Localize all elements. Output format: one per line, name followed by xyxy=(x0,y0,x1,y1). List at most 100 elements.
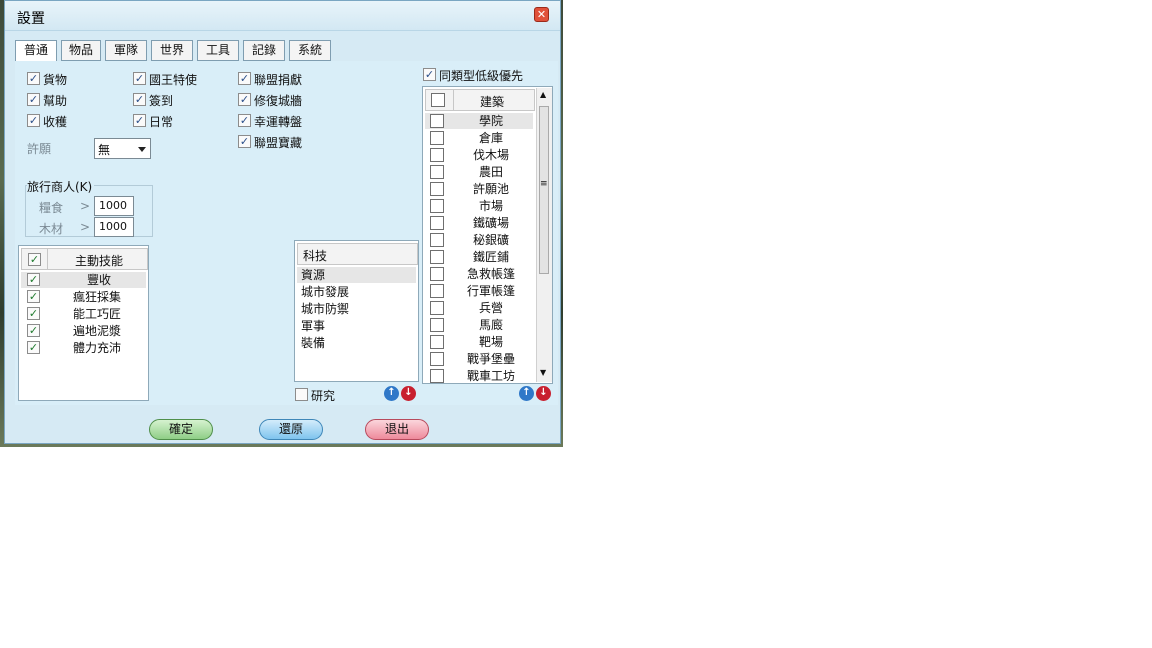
list-item[interactable]: 資源 xyxy=(297,267,416,283)
skill-checkbox[interactable]: ✓ xyxy=(27,307,40,320)
food-gt: > xyxy=(80,199,91,213)
building-checkbox[interactable] xyxy=(430,233,444,247)
list-item[interactable]: ✓ 豐收 xyxy=(21,272,146,288)
tab-items[interactable]: 物品 xyxy=(61,40,101,61)
building-checkbox[interactable] xyxy=(430,182,444,196)
food-input[interactable]: 1000 xyxy=(94,196,134,216)
tech-list-header: 科技 xyxy=(297,243,418,265)
help-checkbox[interactable]: ✓ xyxy=(27,93,40,106)
list-item[interactable]: 市場 xyxy=(425,198,533,214)
wood-gt: > xyxy=(80,220,91,234)
list-item[interactable]: 城市防禦 xyxy=(297,301,416,317)
chevron-down-icon xyxy=(138,147,146,152)
list-item[interactable]: 兵營 xyxy=(425,300,533,316)
building-checkbox[interactable] xyxy=(430,114,444,128)
merchant-title: 旅行商人(K) xyxy=(27,178,95,195)
list-item[interactable]: ✓ 遍地泥漿 xyxy=(21,323,146,339)
building-checkbox[interactable] xyxy=(430,301,444,315)
wood-input[interactable]: 1000 xyxy=(94,217,134,237)
tab-general[interactable]: 普通 xyxy=(15,40,57,62)
lucky-wheel-checkbox[interactable]: ✓ xyxy=(238,114,251,127)
low-level-priority-checkbox[interactable]: ✓ xyxy=(423,68,436,81)
help-label: 幫助 xyxy=(43,94,68,108)
repair-wall-label: 修復城牆 xyxy=(254,94,303,108)
grip-icon: ≡ xyxy=(540,179,548,189)
list-item[interactable]: 軍事 xyxy=(297,318,416,334)
skill-checkbox[interactable]: ✓ xyxy=(27,341,40,354)
building-checkbox[interactable] xyxy=(430,165,444,179)
harvest-checkbox[interactable]: ✓ xyxy=(27,114,40,127)
exit-button[interactable]: 退出 xyxy=(365,419,429,440)
building-checkbox[interactable] xyxy=(430,148,444,162)
alliance-donate-checkbox[interactable]: ✓ xyxy=(238,72,251,85)
close-icon[interactable]: ✕ xyxy=(534,7,549,22)
building-move-up-icon[interactable]: ↑ xyxy=(519,386,534,401)
signin-checkbox[interactable]: ✓ xyxy=(133,93,146,106)
settings-window: 設置 ✕ 普通 物品 軍隊 世界 工具 記錄 系統 ✓ 貨物 ✓ 幫助 ✓ 收穫… xyxy=(4,0,561,444)
tab-army[interactable]: 軍隊 xyxy=(105,40,147,61)
list-item[interactable]: 急救帳篷 xyxy=(425,266,533,282)
wish-select[interactable]: 無 xyxy=(94,138,151,159)
scroll-thumb[interactable]: ≡ xyxy=(539,106,549,274)
list-item[interactable]: 伐木場 xyxy=(425,147,533,163)
building-checkbox[interactable] xyxy=(430,199,444,213)
confirm-button[interactable]: 確定 xyxy=(149,419,213,440)
building-checkbox[interactable] xyxy=(430,369,444,383)
list-item[interactable]: ✓ 瘋狂採集 xyxy=(21,289,146,305)
tech-move-up-icon[interactable]: ↑ xyxy=(384,386,399,401)
scroll-down-icon[interactable]: ▼ xyxy=(540,368,546,377)
tech-move-down-icon[interactable]: ↓ xyxy=(401,386,416,401)
royal-envoy-checkbox[interactable]: ✓ xyxy=(133,72,146,85)
scroll-up-icon[interactable]: ▲ xyxy=(540,90,546,99)
tab-world[interactable]: 世界 xyxy=(151,40,193,61)
research-checkbox[interactable] xyxy=(295,388,308,401)
research-label: 研究 xyxy=(311,389,336,403)
restore-button[interactable]: 還原 xyxy=(259,419,323,440)
list-item[interactable]: ✓ 能工巧匠 xyxy=(21,306,146,322)
list-item[interactable]: 鐵礦場 xyxy=(425,215,533,231)
list-item[interactable]: 行軍帳篷 xyxy=(425,283,533,299)
food-label: 糧食 xyxy=(39,201,64,215)
list-item[interactable]: 戰爭堡壘 xyxy=(425,351,533,367)
list-item[interactable]: 秘銀礦 xyxy=(425,232,533,248)
building-checkbox[interactable] xyxy=(430,267,444,281)
list-item[interactable]: 倉庫 xyxy=(425,130,533,146)
skills-list: ✓ 主動技能 ✓ 豐收 ✓ 瘋狂採集 ✓ 能工巧匠 ✓ 遍地泥漿 ✓ 體力充沛 xyxy=(18,245,149,401)
list-item[interactable]: ✓ 體力充沛 xyxy=(21,340,146,356)
royal-envoy-label: 國王特使 xyxy=(149,73,198,87)
alliance-treasure-checkbox[interactable]: ✓ xyxy=(238,135,251,148)
building-checkbox[interactable] xyxy=(430,352,444,366)
goods-checkbox[interactable]: ✓ xyxy=(27,72,40,85)
list-item[interactable]: 馬廄 xyxy=(425,317,533,333)
tab-tools[interactable]: 工具 xyxy=(197,40,239,61)
list-item[interactable]: 裝備 xyxy=(297,335,416,351)
list-item[interactable]: 農田 xyxy=(425,164,533,180)
building-checkbox[interactable] xyxy=(430,131,444,145)
tab-log[interactable]: 記錄 xyxy=(243,40,285,61)
list-item[interactable]: 靶場 xyxy=(425,334,533,350)
buildings-scrollbar[interactable]: ▲ ≡ ▼ xyxy=(536,88,552,382)
building-checkbox[interactable] xyxy=(430,335,444,349)
skill-checkbox[interactable]: ✓ xyxy=(27,324,40,337)
list-item[interactable]: 許願池 xyxy=(425,181,533,197)
list-item[interactable]: 鐵匠鋪 xyxy=(425,249,533,265)
building-checkbox[interactable] xyxy=(430,284,444,298)
tab-system[interactable]: 系統 xyxy=(289,40,331,61)
building-checkbox[interactable] xyxy=(430,216,444,230)
building-checkbox[interactable] xyxy=(430,250,444,264)
skills-select-all-checkbox[interactable]: ✓ xyxy=(28,253,41,266)
list-item[interactable]: 城市發展 xyxy=(297,284,416,300)
wish-label: 許願 xyxy=(27,142,52,156)
list-item[interactable]: 戰車工坊 xyxy=(425,368,533,383)
building-move-down-icon[interactable]: ↓ xyxy=(536,386,551,401)
low-level-priority-label: 同類型低級優先 xyxy=(439,69,524,83)
list-item[interactable]: 學院 xyxy=(425,113,533,129)
daily-checkbox[interactable]: ✓ xyxy=(133,114,146,127)
skill-checkbox[interactable]: ✓ xyxy=(27,273,40,286)
buildings-list: 建築 學院 倉庫 伐木場 農田 許願池 市場 鐵礦場 秘銀礦 鐵匠鋪 急救帳篷 … xyxy=(422,86,553,384)
repair-wall-checkbox[interactable]: ✓ xyxy=(238,93,251,106)
buildings-select-all-checkbox[interactable] xyxy=(431,93,445,107)
skill-checkbox[interactable]: ✓ xyxy=(27,290,40,303)
building-checkbox[interactable] xyxy=(430,318,444,332)
tech-list: 科技 資源 城市發展 城市防禦 軍事 裝備 xyxy=(294,240,419,382)
